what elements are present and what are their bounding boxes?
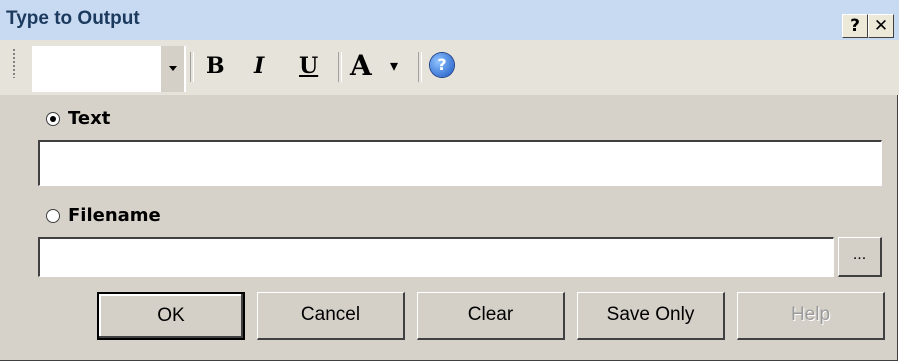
- font-color-dropdown-icon[interactable]: ▾: [390, 50, 398, 82]
- close-button[interactable]: ✕: [868, 14, 894, 38]
- font-select-dropdown-button[interactable]: [160, 46, 184, 92]
- toolbar-separator: [418, 52, 422, 82]
- help-icon[interactable]: ?: [430, 53, 454, 77]
- text-radio[interactable]: [46, 112, 60, 126]
- type-to-output-dialog: Type to Output ? ✕ B I U A ▾ ? Text File…: [0, 0, 899, 361]
- help-button[interactable]: Help: [737, 292, 885, 340]
- bold-button[interactable]: B: [206, 50, 225, 82]
- browse-button[interactable]: ...: [838, 237, 882, 277]
- title-bar[interactable]: Type to Output ? ✕: [0, 0, 899, 40]
- filename-input[interactable]: [38, 237, 834, 277]
- toolbar-grip[interactable]: [12, 48, 16, 78]
- italic-button[interactable]: I: [254, 50, 264, 82]
- filename-radio[interactable]: [46, 209, 60, 223]
- underline-button[interactable]: U: [299, 50, 318, 82]
- text-radio-label[interactable]: Text: [68, 108, 110, 129]
- ok-button[interactable]: OK: [97, 292, 245, 340]
- save-only-button[interactable]: Save Only: [577, 292, 725, 340]
- font-color-button[interactable]: A: [350, 50, 372, 82]
- text-input[interactable]: [38, 140, 882, 186]
- context-help-button[interactable]: ?: [842, 14, 868, 38]
- toolbar-separator: [338, 52, 342, 82]
- filename-radio-label[interactable]: Filename: [68, 205, 161, 226]
- toolbar-separator: [190, 52, 194, 82]
- clear-button[interactable]: Clear: [417, 292, 565, 340]
- cancel-button[interactable]: Cancel: [257, 292, 405, 340]
- dialog-title: Type to Output: [6, 8, 140, 29]
